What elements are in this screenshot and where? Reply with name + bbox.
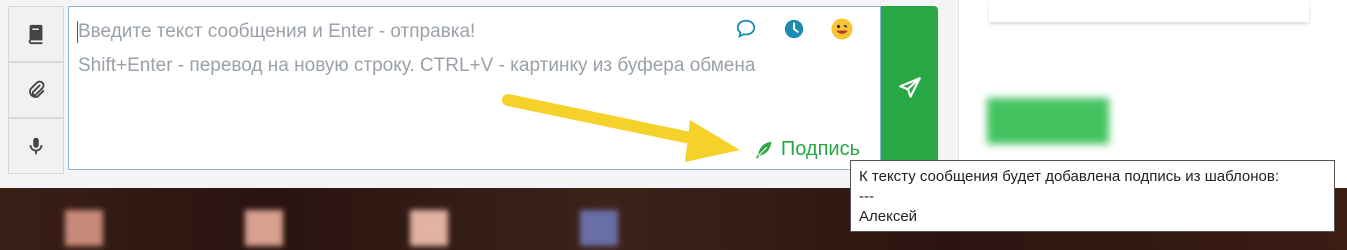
emoji-icon[interactable] [830, 17, 854, 41]
templates-button[interactable] [8, 6, 64, 62]
send-button[interactable] [881, 6, 938, 170]
placeholder-line-2: Shift+Enter - перевод на новую строку. C… [78, 55, 756, 76]
left-toolbar [8, 6, 64, 174]
paper-plane-icon [898, 77, 921, 98]
chat-bubble-icon[interactable] [734, 17, 758, 41]
message-input[interactable]: Введите текст сообщения и Enter - отправ… [68, 6, 881, 170]
signature-tooltip: К тексту сообщения будет добавлена подпи… [850, 160, 1335, 232]
microphone-button[interactable] [8, 118, 64, 174]
tooltip-line-3: Алексей [859, 208, 918, 225]
paperclip-icon [29, 80, 45, 98]
tooltip-line-2: --- [859, 188, 874, 205]
blurred-avatar [245, 210, 283, 246]
signature-button[interactable]: Подпись [753, 138, 860, 161]
placeholder-line-1: Введите текст сообщения и Enter - отправ… [78, 21, 476, 42]
book-icon [28, 24, 43, 45]
blurred-avatar [410, 210, 448, 246]
tooltip-line-1: К тексту сообщения будет добавлена подпи… [859, 168, 1280, 185]
right-card [989, 0, 1309, 22]
feather-icon [755, 141, 772, 158]
composer-top-icons [734, 17, 854, 41]
attach-button[interactable] [8, 62, 64, 118]
microphone-icon [29, 137, 43, 155]
blurred-avatar [65, 210, 103, 246]
clock-icon[interactable] [782, 17, 806, 41]
blurred-avatar [580, 210, 618, 246]
signature-label: Подпись [780, 138, 860, 160]
blurred-button [987, 98, 1109, 144]
